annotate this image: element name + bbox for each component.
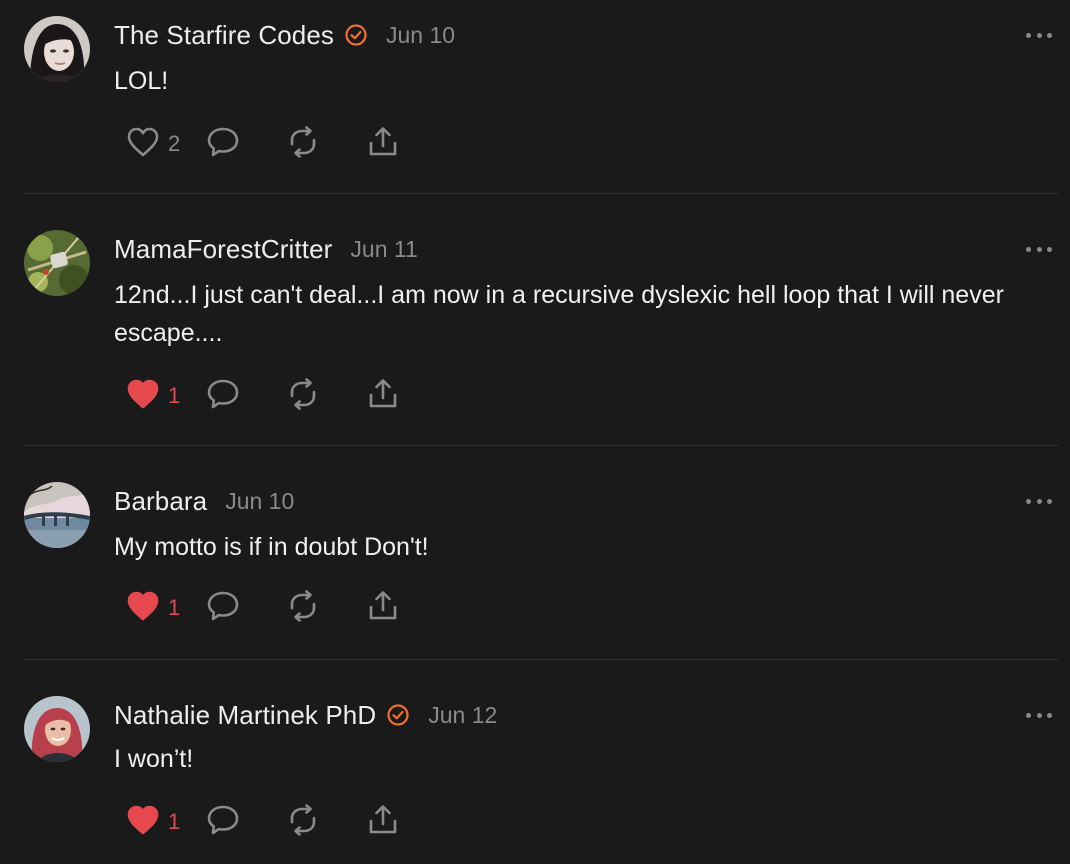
comment-date[interactable]: Jun 10	[225, 488, 294, 515]
speech-bubble-icon	[206, 589, 240, 628]
like-count: 1	[168, 595, 181, 620]
verified-check-icon	[386, 703, 410, 727]
like-button[interactable]: 1	[126, 590, 206, 626]
comment-actions: 2	[126, 125, 406, 164]
reply-button[interactable]	[206, 378, 286, 414]
comment-date[interactable]: Jun 11	[350, 236, 417, 263]
author-name[interactable]: MamaForestCritter	[114, 234, 332, 265]
divider	[24, 659, 1058, 660]
like-button[interactable]: 1	[126, 378, 206, 414]
author-name[interactable]: Nathalie Martinek PhD	[114, 700, 376, 731]
share-upload-icon	[366, 125, 400, 164]
share-button[interactable]	[366, 126, 406, 162]
like-button[interactable]: 2	[126, 126, 206, 162]
avatar[interactable]	[24, 16, 90, 82]
divider	[24, 445, 1058, 446]
restack-arrows-icon	[286, 377, 320, 416]
comment-actions: 1	[126, 803, 406, 842]
avatar[interactable]	[24, 696, 90, 762]
like-button[interactable]: 1	[126, 804, 206, 840]
reply-button[interactable]	[206, 590, 286, 626]
more-dots-icon[interactable]	[1026, 30, 1052, 40]
share-button[interactable]	[366, 590, 406, 626]
more-dots-icon[interactable]	[1026, 710, 1052, 720]
comment-text: I won’t!	[114, 745, 194, 773]
more-dots-icon[interactable]	[1026, 496, 1052, 506]
speech-bubble-icon	[206, 377, 240, 416]
share-upload-icon	[366, 589, 400, 628]
author-name[interactable]: Barbara	[114, 486, 207, 517]
comment-text: LOL!	[114, 67, 169, 95]
speech-bubble-icon	[206, 803, 240, 842]
comment-text: My motto is if in doubt Don't!	[114, 533, 429, 561]
verified-check-icon	[344, 23, 368, 47]
avatar[interactable]	[24, 482, 90, 548]
speech-bubble-icon	[206, 125, 240, 164]
reply-button[interactable]	[206, 126, 286, 162]
share-upload-icon	[366, 803, 400, 842]
restack-arrows-icon	[286, 589, 320, 628]
restack-button[interactable]	[286, 803, 366, 842]
restack-arrows-icon	[286, 125, 320, 164]
author-name[interactable]: The Starfire Codes	[114, 20, 334, 51]
avatar[interactable]	[24, 230, 90, 296]
restack-button[interactable]	[286, 125, 366, 164]
reply-button[interactable]	[206, 804, 286, 840]
more-dots-icon[interactable]	[1026, 244, 1052, 254]
comment-actions: 1	[126, 377, 406, 416]
heart-icon	[126, 590, 160, 627]
heart-icon	[126, 804, 160, 841]
share-upload-icon	[366, 377, 400, 416]
like-count: 1	[168, 809, 181, 834]
comment-date[interactable]: Jun 10	[386, 22, 455, 49]
share-button[interactable]	[366, 804, 406, 840]
restack-button[interactable]	[286, 589, 366, 628]
heart-icon	[126, 378, 160, 415]
like-count: 2	[168, 131, 181, 156]
restack-arrows-icon	[286, 803, 320, 842]
restack-button[interactable]	[286, 377, 366, 416]
like-count: 1	[168, 383, 181, 408]
comment-text: 12nd...I just can't deal...I am now in a…	[114, 281, 1004, 347]
comment-actions: 1	[126, 589, 406, 628]
heart-icon	[126, 126, 160, 163]
comment-date[interactable]: Jun 12	[428, 702, 497, 729]
share-button[interactable]	[366, 378, 406, 414]
divider	[24, 193, 1058, 194]
